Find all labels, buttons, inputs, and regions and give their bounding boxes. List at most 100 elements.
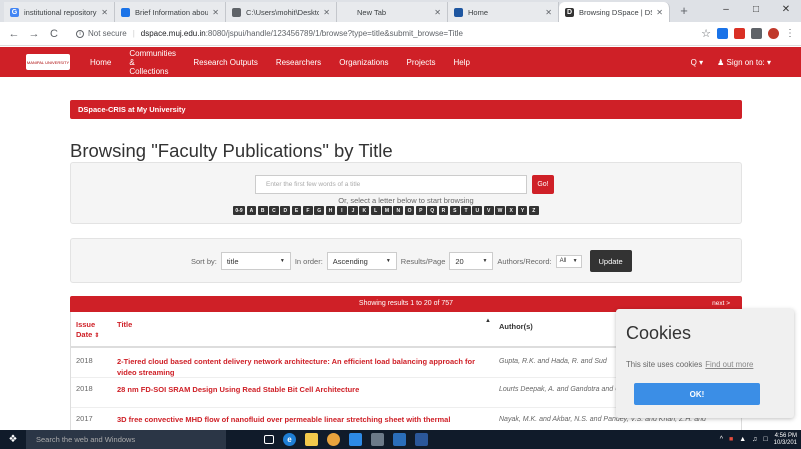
close-tab-icon[interactable]: ✕ bbox=[101, 8, 108, 17]
letter-button[interactable]: S bbox=[449, 206, 460, 215]
order-select[interactable]: Ascending ▼ bbox=[326, 252, 397, 270]
extension-icon[interactable] bbox=[734, 28, 745, 39]
letter-button[interactable]: W bbox=[495, 206, 505, 215]
letter-button[interactable]: D bbox=[280, 206, 291, 215]
letter-button[interactable]: T bbox=[461, 206, 471, 215]
breadcrumb[interactable]: DSpace-CRIS at My University bbox=[70, 100, 742, 119]
browser-tab[interactable]: Brief Information abou ✕ bbox=[115, 2, 226, 22]
antivirus-icon[interactable]: ■ bbox=[729, 436, 733, 443]
column-header-title[interactable]: Title bbox=[117, 320, 132, 329]
nav-link[interactable]: Projects bbox=[407, 58, 436, 67]
browser-tab[interactable]: Ginstitutional repository ✕ bbox=[4, 2, 115, 22]
per-page-select[interactable]: 20 ▼ bbox=[449, 252, 494, 270]
letter-button[interactable]: X bbox=[506, 206, 517, 215]
letter-button[interactable]: 0-9 bbox=[233, 206, 245, 215]
issue-date-cell: 2018 bbox=[76, 356, 93, 365]
nav-link[interactable]: Researchers bbox=[276, 58, 321, 67]
letter-button[interactable]: Y bbox=[517, 206, 528, 215]
word-icon[interactable] bbox=[415, 433, 428, 446]
letter-button[interactable]: A bbox=[246, 206, 257, 215]
reload-button[interactable]: C bbox=[46, 28, 62, 40]
close-tab-icon[interactable]: ✕ bbox=[212, 8, 219, 17]
edge-icon[interactable]: e bbox=[283, 433, 296, 446]
windows-start-icon[interactable]: ❖ bbox=[0, 430, 26, 449]
notification-icon[interactable]: □ bbox=[763, 436, 767, 443]
task-view-icon[interactable] bbox=[264, 435, 274, 444]
taskbar-search[interactable]: Search the web and Windows bbox=[26, 430, 226, 449]
sign-in-menu[interactable]: ♟ Sign on to: ▾ bbox=[717, 58, 771, 67]
title-search-input[interactable] bbox=[255, 175, 527, 194]
letter-button[interactable]: N bbox=[393, 206, 404, 215]
letter-button[interactable]: Q bbox=[427, 206, 438, 215]
back-button[interactable]: ← bbox=[6, 28, 22, 40]
browser-tab[interactable]: D Browsing DSpace | DSp ✕ bbox=[559, 2, 670, 22]
search-dropdown[interactable]: Q ▾ bbox=[691, 58, 703, 67]
letter-button[interactable]: C bbox=[269, 206, 279, 215]
nav-link[interactable]: Organizations bbox=[339, 58, 388, 67]
letter-button[interactable]: I bbox=[336, 206, 347, 215]
new-tab-button[interactable]: + bbox=[674, 2, 694, 22]
university-logo[interactable]: MANIPAL UNIVERSITY bbox=[26, 54, 70, 70]
app-icon[interactable] bbox=[393, 433, 406, 446]
letter-button[interactable]: E bbox=[291, 206, 302, 215]
network-icon[interactable]: ▲ bbox=[739, 436, 746, 443]
find-out-more-link[interactable]: Find out more bbox=[705, 360, 753, 369]
browser-tab[interactable]: Home ✕ bbox=[448, 2, 559, 22]
go-button[interactable]: Go! bbox=[532, 175, 554, 194]
forward-button[interactable]: → bbox=[26, 28, 42, 40]
close-tab-icon[interactable]: ✕ bbox=[545, 8, 552, 17]
sign-in-label: Sign on to: bbox=[726, 57, 765, 67]
letter-button[interactable]: B bbox=[257, 206, 268, 215]
minimize-button[interactable]: – bbox=[711, 0, 741, 22]
update-button[interactable]: Update bbox=[589, 250, 632, 272]
column-header-authors[interactable]: Author(s) bbox=[499, 322, 533, 331]
bookmark-star-icon[interactable]: ☆ bbox=[701, 27, 711, 40]
close-tab-icon[interactable]: ✕ bbox=[656, 8, 663, 17]
close-tab-icon[interactable]: ✕ bbox=[434, 8, 441, 17]
letter-button[interactable]: K bbox=[359, 206, 370, 215]
maximize-button[interactable]: □ bbox=[741, 0, 771, 22]
file-explorer-icon[interactable] bbox=[305, 433, 318, 446]
address-bar[interactable]: i Not secure | dspace.muj.edu.in :8080/j… bbox=[70, 25, 630, 43]
letter-button[interactable]: Z bbox=[528, 206, 539, 215]
sort-row: Sort by: title ▼ In order: Ascending ▼ Res… bbox=[191, 250, 632, 272]
menu-icon[interactable]: ⋮ bbox=[785, 28, 795, 39]
letter-button[interactable]: G bbox=[314, 206, 325, 215]
authors-select[interactable]: All ▼ bbox=[555, 254, 582, 268]
letter-button[interactable]: H bbox=[325, 206, 336, 215]
sort-by-select[interactable]: title ▼ bbox=[220, 252, 291, 270]
nav-link[interactable]: Communities & Collections bbox=[129, 49, 176, 76]
letter-button[interactable]: V bbox=[483, 206, 494, 215]
letter-button[interactable]: R bbox=[438, 206, 449, 215]
title-link[interactable]: 2-Tiered cloud based content delivery ne… bbox=[117, 356, 495, 378]
sort-icon: ⇕ bbox=[94, 333, 100, 339]
volume-icon[interactable]: ♫ bbox=[752, 436, 757, 443]
extension-icon[interactable] bbox=[717, 28, 728, 39]
chrome-icon[interactable] bbox=[327, 433, 340, 446]
cookie-ok-button[interactable]: OK! bbox=[634, 383, 760, 405]
close-tab-icon[interactable]: ✕ bbox=[323, 8, 330, 17]
chevron-up-icon[interactable]: ^ bbox=[720, 436, 723, 443]
column-header-issue-date[interactable]: Issue Date ⇕ bbox=[76, 320, 110, 341]
letter-button[interactable]: P bbox=[415, 206, 426, 215]
title-link[interactable]: 3D free convective MHD flow of nanofluid… bbox=[117, 414, 495, 425]
letter-button[interactable]: L bbox=[370, 206, 381, 215]
title-link[interactable]: 28 nm FD-SOI SRAM Design Using Read Stab… bbox=[117, 384, 495, 395]
app-icon[interactable] bbox=[349, 433, 362, 446]
letter-button[interactable]: O bbox=[404, 206, 415, 215]
letter-button[interactable]: F bbox=[302, 206, 313, 215]
close-window-button[interactable]: ✕ bbox=[771, 0, 801, 22]
extension-icon[interactable] bbox=[751, 28, 762, 39]
nav-link[interactable]: Home bbox=[90, 58, 111, 67]
profile-avatar[interactable] bbox=[768, 28, 779, 39]
clock[interactable]: 4:56 PM 10/3/201 bbox=[774, 433, 797, 447]
letter-button[interactable]: U bbox=[472, 206, 483, 215]
app-icon[interactable] bbox=[371, 433, 384, 446]
letter-button[interactable]: M bbox=[382, 206, 392, 215]
letter-button[interactable]: J bbox=[348, 206, 358, 215]
browser-tab[interactable]: New Tab ✕ bbox=[337, 2, 448, 22]
nav-link[interactable]: Research Outputs bbox=[193, 58, 257, 67]
nav-link[interactable]: Help bbox=[453, 58, 469, 67]
tab-favicon-icon: D bbox=[565, 7, 574, 17]
browser-tab[interactable]: C:\Users\mohit\Deskto ✕ bbox=[226, 2, 337, 22]
